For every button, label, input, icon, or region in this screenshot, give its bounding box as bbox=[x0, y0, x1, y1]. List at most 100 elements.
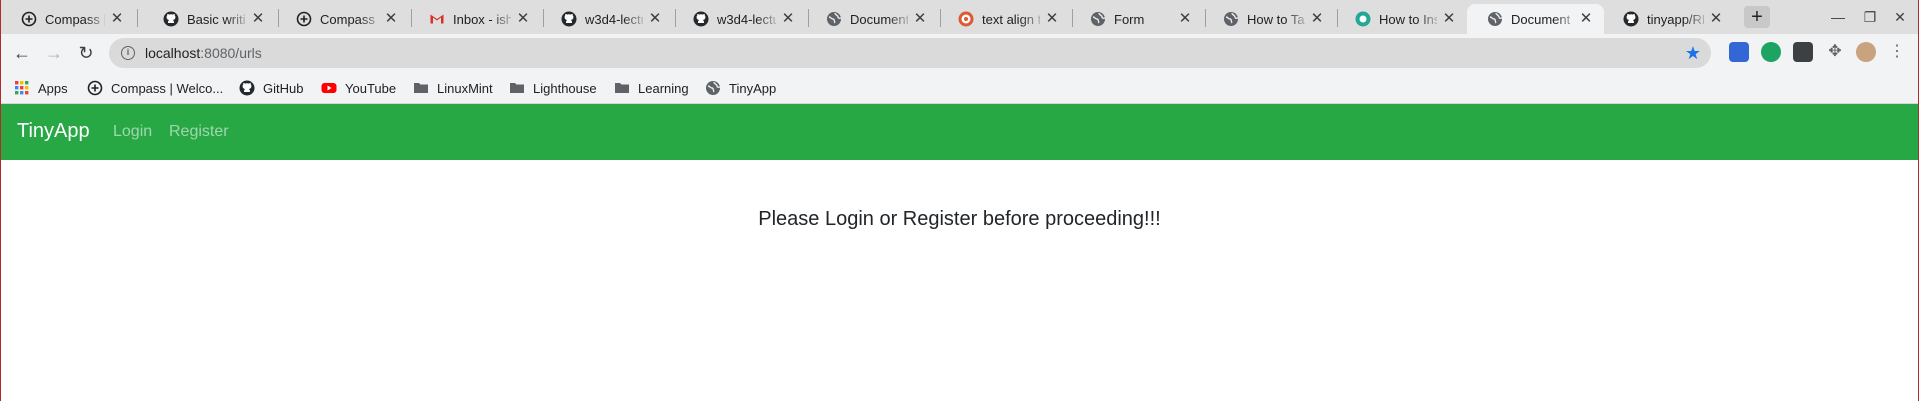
browser-tab[interactable]: Form ✕ bbox=[1070, 4, 1203, 34]
browser-tab[interactable]: tinyapp/RE✕ bbox=[1603, 4, 1734, 34]
globe-icon bbox=[1487, 11, 1503, 27]
github-icon bbox=[693, 11, 709, 27]
github-icon bbox=[239, 80, 255, 96]
bookmark-label: Learning bbox=[638, 80, 689, 96]
tab-close-icon[interactable]: ✕ bbox=[780, 11, 796, 27]
tab-title-fade bbox=[888, 4, 914, 34]
bookmark-item[interactable]: Apps bbox=[14, 78, 68, 98]
bookmark-label: GitHub bbox=[263, 80, 304, 96]
globe-icon bbox=[705, 80, 721, 96]
browser-tab[interactable]: Document ✕ bbox=[806, 4, 938, 34]
extensions-puzzle-icon[interactable]: ✥ bbox=[1825, 42, 1845, 62]
bookmark-label: TinyApp bbox=[729, 80, 777, 96]
compass-icon bbox=[296, 11, 312, 27]
register-link[interactable]: Register bbox=[169, 123, 229, 141]
browser-tab[interactable]: Basic writin✕ bbox=[143, 4, 276, 34]
bookmark-item[interactable]: Lighthouse bbox=[509, 78, 597, 98]
tab-close-icon[interactable]: ✕ bbox=[912, 11, 928, 27]
tab-title-fade bbox=[359, 4, 385, 34]
tab-title-fade bbox=[1153, 4, 1179, 34]
extension-blue-icon[interactable] bbox=[1729, 42, 1749, 62]
tab-separator bbox=[137, 9, 138, 27]
folder-icon bbox=[413, 80, 429, 96]
bookmark-item[interactable]: GitHub bbox=[239, 78, 303, 98]
browser-tab[interactable]: How to Tak ✕ bbox=[1203, 4, 1335, 34]
reload-icon[interactable]: ↻ bbox=[76, 43, 96, 63]
forward-icon[interactable]: → bbox=[44, 43, 64, 63]
bookmark-label: Lighthouse bbox=[533, 80, 597, 96]
bookmark-item[interactable]: TinyApp bbox=[705, 78, 776, 98]
back-icon[interactable]: ← bbox=[12, 43, 32, 63]
bookmark-item[interactable]: Compass | Welco... bbox=[87, 78, 223, 98]
minimize-icon[interactable]: — bbox=[1830, 9, 1846, 25]
github-icon bbox=[1623, 11, 1639, 27]
browser-tab[interactable]: Inbox - ishp✕ bbox=[409, 4, 541, 34]
tab-close-icon[interactable]: ✕ bbox=[1309, 11, 1325, 27]
bookmark-label: YouTube bbox=[345, 80, 397, 96]
bookmark-item[interactable]: Learning bbox=[614, 78, 689, 98]
tab-close-icon[interactable]: ✕ bbox=[383, 11, 399, 27]
apps-grid-icon bbox=[14, 80, 30, 96]
extension-green-icon[interactable] bbox=[1761, 42, 1781, 62]
address-path: :8080/urls bbox=[200, 45, 262, 61]
tab-close-icon[interactable]: ✕ bbox=[1708, 11, 1724, 27]
tab-title-fade bbox=[1285, 4, 1311, 34]
bookmark-label: Compass | Welco... bbox=[111, 80, 224, 96]
globe-icon bbox=[826, 11, 842, 27]
tab-title-fade bbox=[85, 4, 111, 34]
app-navbar: TinyApp Login Register bbox=[1, 104, 1918, 160]
tab-title-fade bbox=[623, 4, 649, 34]
compass-icon bbox=[87, 80, 103, 96]
bookmark-label: LinuxMint bbox=[437, 80, 493, 96]
browser-tab[interactable]: Compass | S✕ bbox=[1, 4, 135, 34]
tab-title-fade bbox=[756, 4, 782, 34]
profile-avatar[interactable] bbox=[1856, 42, 1876, 62]
globe-icon bbox=[1090, 11, 1106, 27]
login-link[interactable]: Login bbox=[113, 123, 152, 141]
tab-close-icon[interactable]: ✕ bbox=[1044, 11, 1060, 27]
bookmark-item[interactable]: YouTube bbox=[321, 78, 396, 98]
globe-icon bbox=[1223, 11, 1239, 27]
github-icon bbox=[561, 11, 577, 27]
tab-close-icon[interactable]: ✕ bbox=[1578, 11, 1594, 27]
bookmarks-bar: Apps Compass | Welco... GitHub YouTube Linux… bbox=[1, 72, 1918, 104]
tab-close-icon[interactable]: ✕ bbox=[1177, 11, 1193, 27]
tab-close-icon[interactable]: ✕ bbox=[1441, 11, 1457, 27]
bookmark-item[interactable]: LinuxMint bbox=[413, 78, 493, 98]
tab-title-fade bbox=[491, 4, 517, 34]
tab-title-fade bbox=[226, 4, 252, 34]
bookmark-star-icon[interactable]: ★ bbox=[1685, 43, 1701, 64]
tab-close-icon[interactable]: ✕ bbox=[515, 11, 531, 27]
tab-title-fade bbox=[1020, 4, 1046, 34]
tab-title-fade bbox=[1417, 4, 1443, 34]
browser-window: Compass | S✕ Basic writin✕Compass | T✕Inb… bbox=[0, 0, 1919, 401]
browser-tab[interactable]: w3d4-lectur✕ bbox=[673, 4, 806, 34]
tab-title-fade bbox=[1554, 4, 1580, 34]
menu-kebab-icon[interactable]: ⋮ bbox=[1887, 42, 1907, 62]
address-bar[interactable]: i localhost:8080/urls ★ bbox=[109, 38, 1711, 68]
new-tab-button[interactable]: + bbox=[1744, 6, 1770, 28]
site-icon bbox=[1355, 11, 1371, 27]
brand-link[interactable]: TinyApp bbox=[17, 120, 90, 143]
browser-tab[interactable]: w3d4-lectur✕ bbox=[541, 4, 673, 34]
bookmark-label: Apps bbox=[38, 80, 68, 96]
tab-close-icon[interactable]: ✕ bbox=[647, 11, 663, 27]
duckduckgo-icon bbox=[958, 11, 974, 27]
browser-tab[interactable]: Document ✕ bbox=[1467, 4, 1604, 34]
folder-icon bbox=[509, 80, 525, 96]
login-required-message: Please Login or Register before proceedi… bbox=[758, 208, 1161, 230]
close-window-icon[interactable]: ✕ bbox=[1892, 9, 1908, 25]
page-content: Please Login or Register before proceedi… bbox=[1, 160, 1918, 401]
tab-close-icon[interactable]: ✕ bbox=[109, 11, 125, 27]
address-url: localhost:8080/urls bbox=[145, 45, 262, 61]
browser-tab[interactable]: How to Inst✕ bbox=[1335, 4, 1467, 34]
address-host: localhost bbox=[145, 45, 201, 61]
tab-close-icon[interactable]: ✕ bbox=[250, 11, 266, 27]
browser-tab[interactable]: text align to✕ bbox=[938, 4, 1070, 34]
site-info-icon[interactable]: i bbox=[121, 46, 135, 60]
compass-icon bbox=[21, 11, 37, 27]
github-icon bbox=[163, 11, 179, 27]
extension-dark-icon[interactable] bbox=[1793, 42, 1813, 62]
browser-tab[interactable]: Compass | T✕ bbox=[276, 4, 409, 34]
restore-icon[interactable]: ❐ bbox=[1862, 9, 1878, 25]
